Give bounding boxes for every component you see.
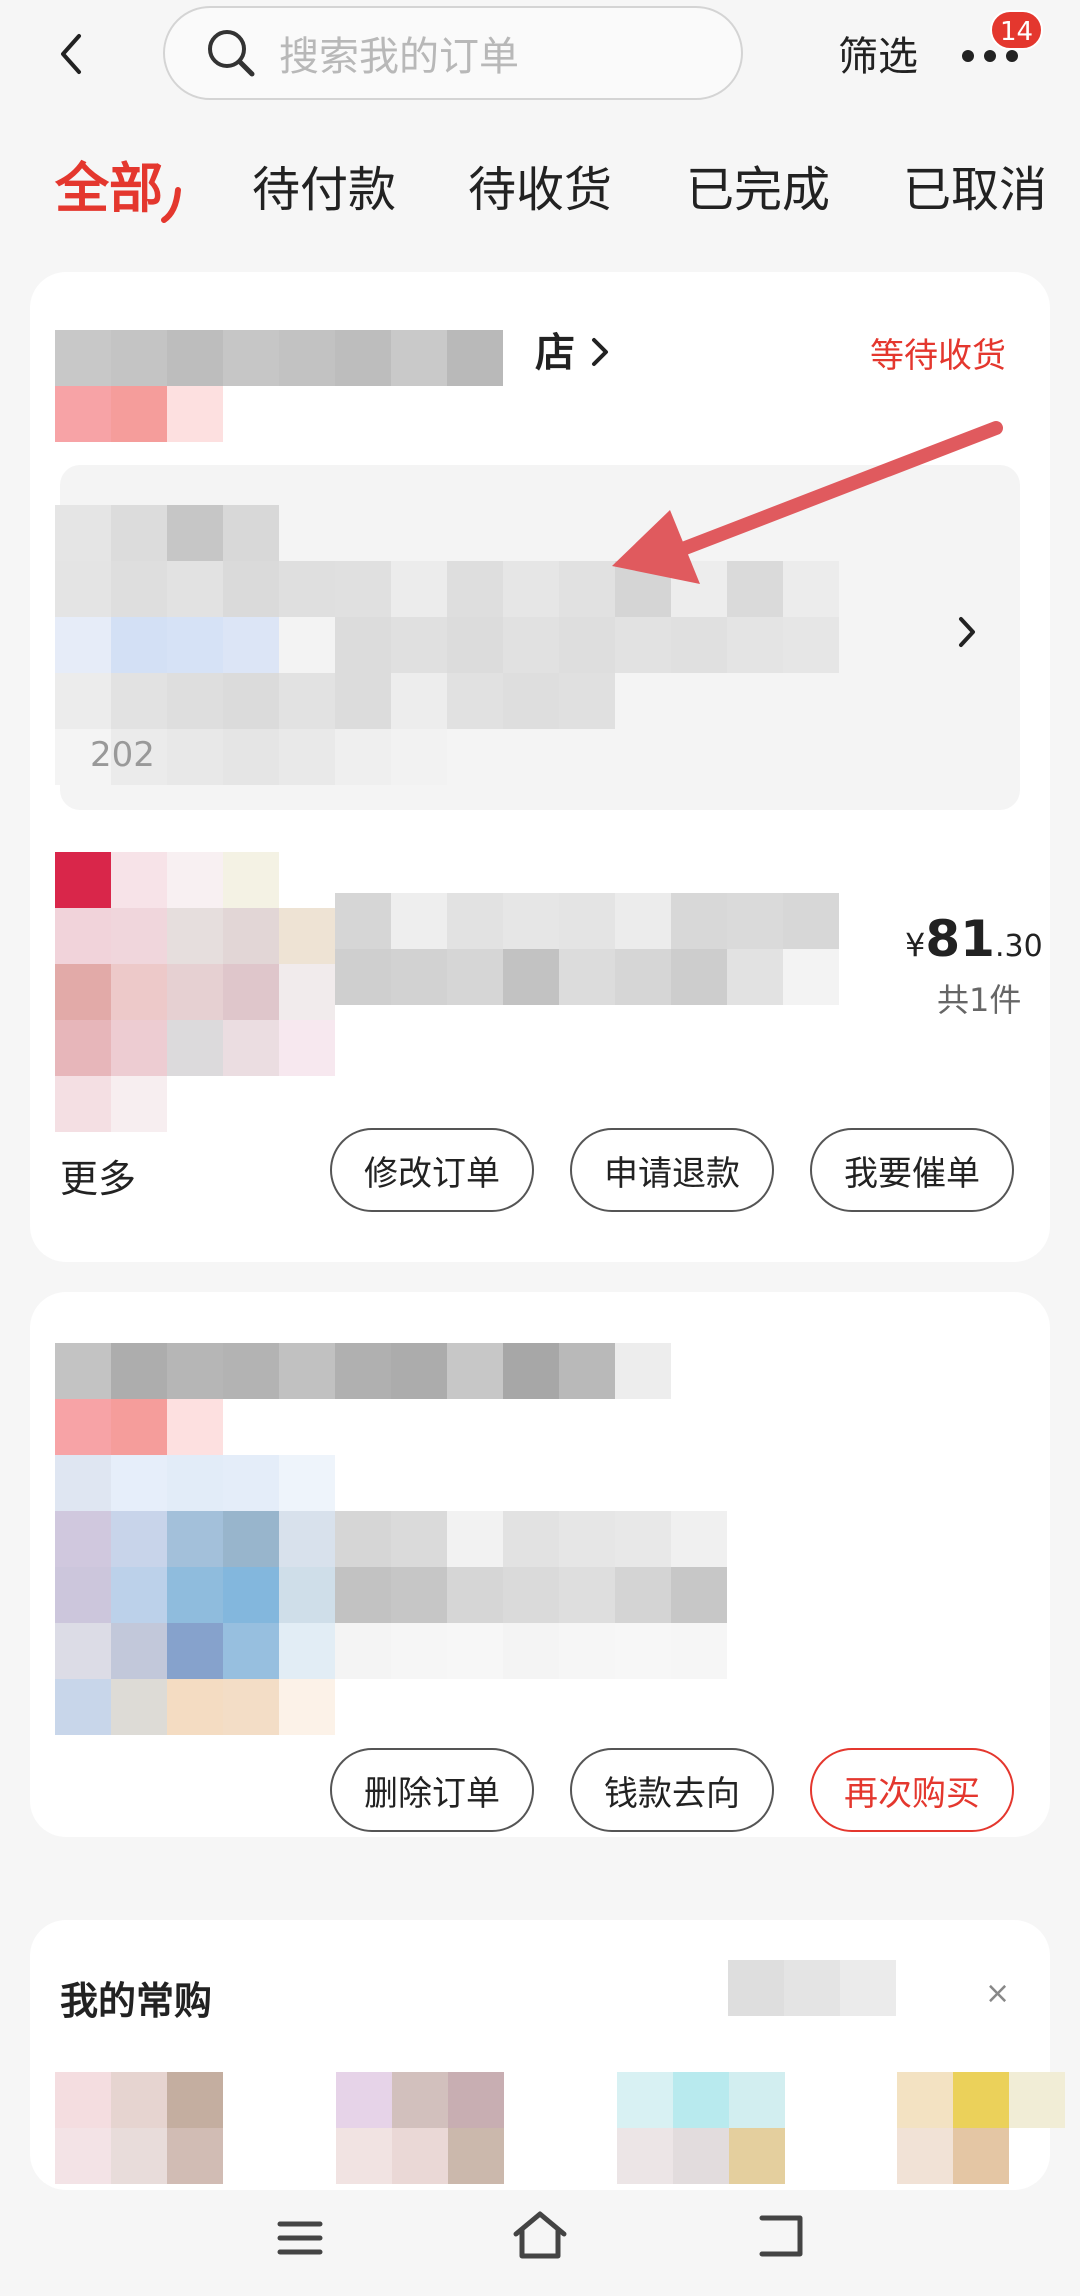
active-tab-indicator xyxy=(161,187,181,223)
product-title-redacted xyxy=(335,893,839,1005)
system-navigation-bar xyxy=(0,2190,1080,2296)
search-icon xyxy=(208,30,255,77)
top-bar: 搜索我的订单 筛选 14 xyxy=(0,0,1080,115)
store-name-suffix: 店 xyxy=(535,330,575,376)
order2-content-redacted xyxy=(55,1343,727,1735)
delete-order-button[interactable]: 删除订单 xyxy=(330,1748,534,1832)
search-input[interactable]: 搜索我的订单 xyxy=(163,6,743,100)
frequent-item-image[interactable] xyxy=(336,2072,504,2184)
frequent-item-image[interactable] xyxy=(617,2072,785,2184)
tab-cancelled[interactable]: 已取消 xyxy=(903,150,1047,220)
home-icon[interactable] xyxy=(512,2210,568,2260)
urge-order-button[interactable]: 我要催单 xyxy=(810,1128,1014,1212)
frequent-purchases-title: 我的常购 xyxy=(60,1979,213,2023)
frequent-item-image[interactable] xyxy=(55,2072,223,2184)
tab-completed[interactable]: 已完成 xyxy=(686,150,830,220)
order-tabs: 全部 待付款 待收货 已完成 已取消 xyxy=(0,150,1080,230)
back-nav-icon[interactable] xyxy=(756,2214,806,2258)
notification-badge: 14 xyxy=(990,10,1044,50)
modify-order-button[interactable]: 修改订单 xyxy=(330,1128,534,1212)
price-decimal: .30 xyxy=(994,929,1043,964)
chevron-right-icon xyxy=(959,617,975,647)
price-integer: 81 xyxy=(925,910,995,968)
request-refund-button[interactable]: 申请退款 xyxy=(570,1128,774,1212)
tab-pending-payment[interactable]: 待付款 xyxy=(252,150,396,220)
back-button[interactable] xyxy=(48,24,92,84)
filter-button[interactable]: 筛选 xyxy=(838,24,918,82)
annotation-arrow xyxy=(612,421,1003,584)
item-count: 共1件 xyxy=(937,981,1022,1019)
frequent-item-image[interactable] xyxy=(897,2072,1065,2184)
payment-destination-button[interactable]: 钱款去向 xyxy=(570,1748,774,1832)
search-placeholder: 搜索我的订单 xyxy=(279,34,519,80)
logistics-chevron[interactable] xyxy=(955,614,979,654)
store-link[interactable]: 店 xyxy=(535,320,611,378)
more-actions-button[interactable]: 更多 xyxy=(60,1148,136,1203)
chevron-right-icon xyxy=(591,338,608,366)
price-currency: ¥ xyxy=(905,926,926,964)
chevron-left-icon xyxy=(61,34,81,74)
order-status: 等待收货 xyxy=(870,336,1006,376)
menu-icon[interactable] xyxy=(276,2218,324,2258)
product-image[interactable] xyxy=(55,852,335,1132)
tab-all[interactable]: 全部 xyxy=(55,144,163,223)
logistics-date: 202 xyxy=(90,735,155,775)
tab-pending-receipt[interactable]: 待收货 xyxy=(468,150,612,220)
buy-again-button[interactable]: 再次购买 xyxy=(810,1748,1014,1832)
store-name-redacted xyxy=(55,330,503,442)
frequent-banner-redacted xyxy=(728,1960,896,2016)
order-price: ¥81.30 xyxy=(905,910,1043,968)
close-icon[interactable]: × xyxy=(985,1976,1010,2011)
